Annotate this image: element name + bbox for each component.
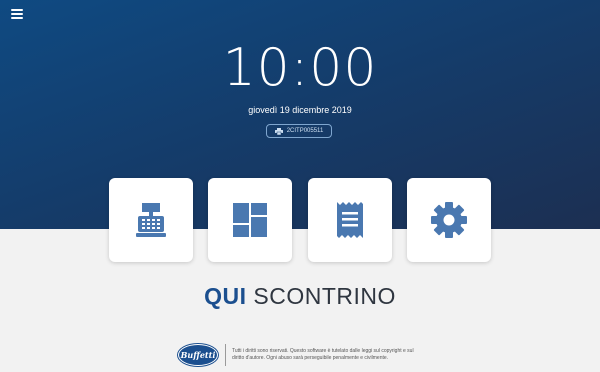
clock-time: 10:00	[222, 38, 378, 98]
settings-button[interactable]	[407, 178, 491, 262]
footer-divider	[225, 344, 226, 366]
main-actions	[0, 178, 600, 262]
copyright-line-1: Tutti i diritti sono riservati. Questo s…	[232, 348, 414, 354]
printer-id: 2CITP005511	[286, 128, 324, 134]
cash-register-icon	[136, 203, 166, 237]
cash-register-button[interactable]	[109, 178, 193, 262]
receipt-icon	[337, 202, 363, 238]
hamburger-menu-icon[interactable]	[11, 9, 23, 19]
dashboard-button[interactable]	[208, 178, 292, 262]
receipt-button[interactable]	[308, 178, 392, 262]
copyright-notice: Tutti i diritti sono riservati. Questo s…	[232, 348, 427, 362]
app-brand-title: QUI SCONTRINO	[0, 280, 600, 312]
printer-icon	[274, 127, 283, 135]
clock-date: giovedì 19 dicembre 2019	[248, 105, 352, 115]
copyright-line-2: diritto d'autore. Ogni abuso sarà perseg…	[232, 355, 389, 361]
gear-icon	[431, 202, 467, 238]
brand-word-scontrino: SCONTRINO	[253, 283, 396, 309]
dashboard-grid-icon	[233, 203, 267, 237]
buffetti-logo: Buffetti	[178, 344, 218, 366]
footer: Buffetti Tutti i diritti sono riservati.…	[178, 341, 428, 369]
printer-status-button[interactable]: 2CITP005511	[266, 124, 332, 138]
brand-word-qui: QUI	[204, 283, 247, 309]
